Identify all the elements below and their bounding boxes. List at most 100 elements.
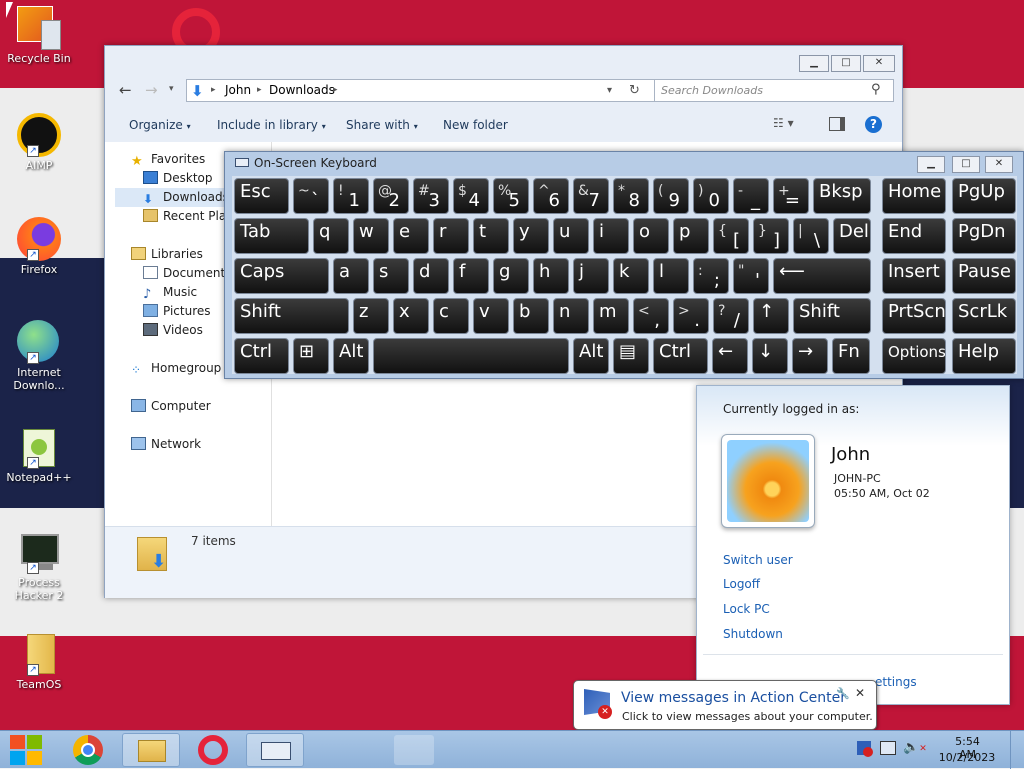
- key-help[interactable]: Help: [952, 338, 1016, 374]
- nav-computer[interactable]: Computer: [131, 399, 211, 413]
- key-symbol[interactable]: | \: [793, 218, 829, 254]
- key-enter[interactable]: ⟵: [773, 258, 871, 294]
- key-symbol[interactable]: - _: [733, 178, 769, 214]
- key-p[interactable]: p: [673, 218, 709, 254]
- minimize-button[interactable]: ▁: [917, 156, 945, 173]
- preview-pane-icon[interactable]: [829, 117, 845, 131]
- minimize-button[interactable]: ▁: [799, 55, 829, 72]
- key-r[interactable]: r: [433, 218, 469, 254]
- key-space[interactable]: [373, 338, 569, 374]
- key-shift[interactable]: Shift: [234, 298, 349, 334]
- close-button[interactable]: ✕: [863, 55, 895, 72]
- key-end[interactable]: End: [882, 218, 946, 254]
- taskbar-empty-button[interactable]: [394, 735, 434, 765]
- new-folder-button[interactable]: New folder: [443, 118, 508, 132]
- key-9[interactable]: (9: [653, 178, 689, 214]
- desktop-icon-firefox[interactable]: ↗ Firefox: [4, 217, 74, 276]
- key-symbol[interactable]: + =: [773, 178, 809, 214]
- key-s[interactable]: s: [373, 258, 409, 294]
- action-center-notification[interactable]: ✕ View messages in Action Center Click t…: [573, 680, 877, 738]
- back-button[interactable]: ←: [119, 81, 132, 99]
- key-h[interactable]: h: [533, 258, 569, 294]
- logoff-link[interactable]: Logoff: [723, 577, 760, 591]
- share-with-menu[interactable]: Share with ▾: [346, 118, 418, 132]
- key-a[interactable]: a: [333, 258, 369, 294]
- key-symbol[interactable]: ~ `: [293, 178, 329, 214]
- key-shift[interactable]: Shift: [793, 298, 871, 334]
- key-tab[interactable]: Tab: [234, 218, 309, 254]
- key-5[interactable]: % 5: [493, 178, 529, 214]
- key-x[interactable]: x: [393, 298, 429, 334]
- close-icon[interactable]: ✕: [855, 686, 865, 700]
- network-icon[interactable]: [880, 741, 896, 755]
- taskbar-opera-button[interactable]: [184, 733, 242, 767]
- show-desktop-button[interactable]: [1010, 731, 1022, 769]
- key-home[interactable]: Home: [882, 178, 946, 214]
- switch-user-link[interactable]: Switch user: [723, 553, 793, 567]
- taskbar-osk-button[interactable]: [246, 733, 304, 767]
- key-symbol[interactable]: >.: [673, 298, 709, 334]
- settings-link[interactable]: ettings: [875, 675, 917, 689]
- maximize-button[interactable]: □: [831, 55, 861, 72]
- nav-music[interactable]: ♪ Music: [143, 285, 197, 302]
- nav-libraries[interactable]: Libraries: [131, 247, 203, 261]
- key-6[interactable]: ^ 6: [533, 178, 569, 214]
- key-options[interactable]: Options: [882, 338, 946, 374]
- key-esc[interactable]: Esc: [234, 178, 289, 214]
- key-pgup[interactable]: PgUp: [952, 178, 1016, 214]
- key-fn[interactable]: Fn: [832, 338, 870, 374]
- key-ctrl[interactable]: Ctrl: [234, 338, 289, 374]
- key-k[interactable]: k: [613, 258, 649, 294]
- key-t[interactable]: t: [473, 218, 509, 254]
- key-windows[interactable]: ⊞: [293, 338, 329, 374]
- key-prtscn[interactable]: PrtScn: [882, 298, 946, 334]
- key-2[interactable]: @2: [373, 178, 409, 214]
- help-icon[interactable]: ?: [865, 116, 882, 133]
- key-bksp[interactable]: Bksp: [813, 178, 871, 214]
- key-g[interactable]: g: [493, 258, 529, 294]
- key-v[interactable]: v: [473, 298, 509, 334]
- key-y[interactable]: y: [513, 218, 549, 254]
- key-up-arrow[interactable]: ↑: [753, 298, 789, 334]
- key-e[interactable]: e: [393, 218, 429, 254]
- nav-documents[interactable]: Documents: [143, 266, 231, 280]
- search-icon[interactable]: ⚲: [871, 82, 881, 97]
- key-symbol[interactable]: :;: [693, 258, 729, 294]
- key-scrlk[interactable]: ScrLk: [952, 298, 1016, 334]
- volume-muted-icon[interactable]: 🔈✕: [903, 740, 927, 755]
- key-pause[interactable]: Pause: [952, 258, 1016, 294]
- maximize-button[interactable]: □: [952, 156, 980, 173]
- key-insert[interactable]: Insert: [882, 258, 946, 294]
- pin-icon[interactable]: 🔧: [836, 687, 850, 700]
- key-ctrl[interactable]: Ctrl: [653, 338, 708, 374]
- breadcrumb-john[interactable]: John: [225, 80, 251, 101]
- desktop-icon-recycle-bin[interactable]: Recycle Bin: [4, 6, 74, 65]
- key-u[interactable]: u: [553, 218, 589, 254]
- key-0[interactable]: ) 0: [693, 178, 729, 214]
- key-alt[interactable]: Alt: [333, 338, 369, 374]
- nav-videos[interactable]: Videos: [143, 323, 203, 337]
- nav-homegroup[interactable]: ⁘ Homegroup: [131, 361, 221, 377]
- nav-desktop[interactable]: Desktop: [143, 171, 213, 185]
- search-input[interactable]: Search Downloads: [654, 79, 894, 102]
- organize-menu[interactable]: Organize ▾: [129, 118, 191, 132]
- shutdown-link[interactable]: Shutdown: [723, 627, 783, 641]
- clock-date[interactable]: 10/2/2023: [938, 751, 996, 764]
- address-dropdown-icon[interactable]: ▾: [607, 80, 612, 101]
- taskbar-explorer-button[interactable]: [122, 733, 180, 767]
- desktop-icon-aimp[interactable]: ↗ AIMP: [4, 113, 74, 172]
- desktop-icon-internet-download[interactable]: ↗ Internet Downlo...: [4, 320, 74, 392]
- key-alt[interactable]: Alt: [573, 338, 609, 374]
- close-button[interactable]: ✕: [985, 156, 1013, 173]
- taskbar-chrome-button[interactable]: [60, 733, 118, 767]
- key-b[interactable]: b: [513, 298, 549, 334]
- on-screen-keyboard-window[interactable]: On-Screen Keyboard ▁ □ ✕ Esc ~ `! 1 @2 #3 $4% 5…: [224, 151, 1024, 379]
- forward-button[interactable]: →: [145, 81, 158, 99]
- key-symbol[interactable]: " ': [733, 258, 769, 294]
- key-symbol[interactable]: ? /: [713, 298, 749, 334]
- key-3[interactable]: #3: [413, 178, 449, 214]
- breadcrumb-downloads[interactable]: Downloads: [269, 80, 335, 101]
- key-symbol[interactable]: <,: [633, 298, 669, 334]
- key-left-arrow[interactable]: ←: [712, 338, 748, 374]
- key-f[interactable]: f: [453, 258, 489, 294]
